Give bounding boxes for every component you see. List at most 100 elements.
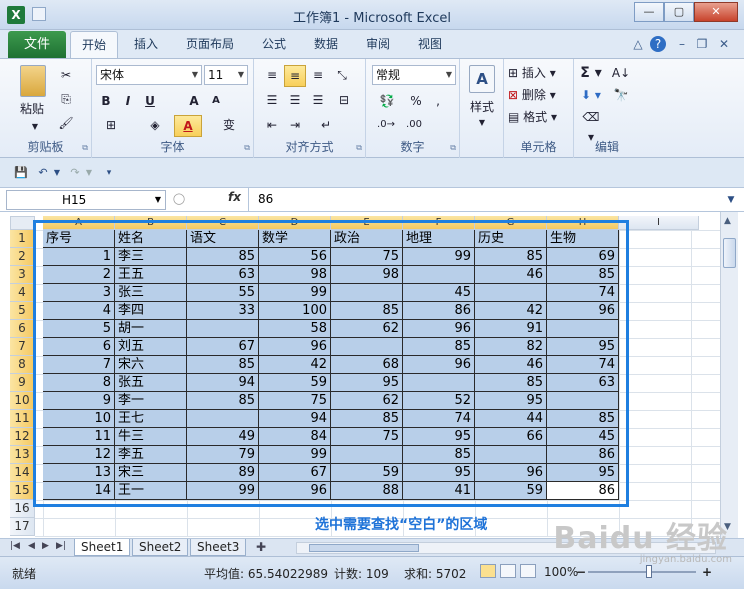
tab-review[interactable]: 审阅	[356, 31, 400, 58]
increase-decimal-icon[interactable]: .0→	[374, 115, 398, 135]
horizontal-scroll-thumb[interactable]	[309, 544, 419, 552]
delete-cells-button[interactable]: ⊠ 删除 ▾	[508, 85, 568, 105]
row-header[interactable]: 15	[10, 482, 35, 500]
bold-button[interactable]: B	[96, 91, 116, 111]
wrap-text-icon[interactable]: ↵	[316, 115, 336, 135]
sheet-tab-1[interactable]: Sheet1	[74, 539, 131, 556]
redo-icon[interactable]: ↷	[68, 166, 82, 180]
borders-icon[interactable]: ⊞	[96, 115, 126, 135]
undo-dropdown-icon[interactable]: ▼	[50, 166, 64, 180]
row-header[interactable]: 13	[10, 446, 35, 464]
doc-close-icon[interactable]: ✕	[716, 36, 732, 52]
zoom-slider[interactable]	[588, 571, 696, 573]
autosum-icon[interactable]: Σ ▾	[578, 63, 604, 83]
row-header[interactable]: 2	[10, 248, 35, 266]
align-right-icon[interactable]: ☰	[308, 90, 328, 110]
grow-font-button[interactable]: A	[184, 91, 204, 111]
formula-input[interactable]: 86	[258, 192, 273, 206]
prev-sheet-icon[interactable]: ◀	[28, 541, 35, 551]
number-format-select[interactable]: 常规 ▼	[372, 65, 456, 85]
row-header[interactable]: 12	[10, 428, 35, 446]
tab-page-layout[interactable]: 页面布局	[176, 31, 244, 58]
insert-cells-button[interactable]: ⊞ 插入 ▾	[508, 63, 568, 83]
doc-restore-icon[interactable]: ❐	[694, 36, 710, 52]
cut-icon[interactable]: ✂	[56, 65, 76, 85]
customize-qat-icon[interactable]: ▾	[102, 166, 116, 180]
tab-formulas[interactable]: 公式	[252, 31, 296, 58]
zoom-in-icon[interactable]: +	[702, 565, 712, 579]
select-all-corner[interactable]	[10, 216, 35, 230]
doc-minimize-icon[interactable]: –	[674, 36, 690, 52]
page-layout-view-icon[interactable]	[500, 564, 516, 578]
undo-icon[interactable]: ↶	[36, 166, 50, 180]
row-header[interactable]: 11	[10, 410, 35, 428]
merge-center-icon[interactable]: ⊟	[332, 90, 356, 110]
row-header[interactable]: 10	[10, 392, 35, 410]
italic-button[interactable]: I	[118, 91, 138, 111]
styles-icon[interactable]: A	[469, 65, 495, 93]
paste-icon[interactable]	[20, 65, 46, 97]
row-header[interactable]: 16	[10, 500, 35, 518]
first-sheet-icon[interactable]: |◀	[10, 541, 20, 551]
zoom-level[interactable]: 100%	[544, 565, 578, 579]
zoom-out-icon[interactable]: −	[576, 565, 586, 579]
row-header[interactable]: 7	[10, 338, 35, 356]
new-sheet-icon[interactable]: ✚	[256, 540, 266, 554]
sheet-tab-2[interactable]: Sheet2	[132, 539, 189, 556]
decrease-indent-icon[interactable]: ⇤	[262, 115, 282, 135]
redo-dropdown-icon[interactable]: ▼	[82, 166, 96, 180]
align-left-icon[interactable]: ☰	[262, 90, 282, 110]
page-break-view-icon[interactable]	[520, 564, 536, 578]
decrease-decimal-icon[interactable]: .00	[402, 115, 426, 135]
help-icon[interactable]: ?	[650, 36, 666, 52]
normal-view-icon[interactable]	[480, 564, 496, 578]
fill-color-icon[interactable]: ◈	[142, 115, 168, 135]
font-color-button[interactable]: A	[174, 115, 202, 137]
row-header[interactable]: 14	[10, 464, 35, 482]
font-launcher-icon[interactable]: ⧉	[244, 143, 250, 153]
align-top-icon[interactable]: ≡	[262, 65, 282, 85]
paste-dropdown-icon[interactable]: ▼	[30, 117, 40, 137]
accounting-format-icon[interactable]: 💱	[374, 91, 400, 111]
column-header-i[interactable]: I	[619, 216, 699, 230]
copy-icon[interactable]: ⎘	[56, 89, 76, 109]
increase-indent-icon[interactable]: ⇥	[284, 115, 306, 135]
zoom-slider-knob[interactable]	[646, 565, 652, 578]
font-size-select[interactable]: 11 ▼	[204, 65, 248, 85]
row-header[interactable]: 8	[10, 356, 35, 374]
shrink-font-button[interactable]: A	[206, 91, 226, 111]
percent-button[interactable]: %	[406, 91, 426, 111]
underline-button[interactable]: U	[140, 91, 160, 111]
align-middle-icon[interactable]: ≡	[284, 65, 306, 87]
paste-button[interactable]: 粘贴	[12, 99, 52, 119]
format-painter-icon[interactable]: 🖌	[56, 113, 76, 133]
format-cells-button[interactable]: ▤ 格式 ▾	[508, 107, 568, 127]
row-header[interactable]: 5	[10, 302, 35, 320]
clipboard-launcher-icon[interactable]: ⧉	[82, 143, 88, 153]
tab-insert[interactable]: 插入	[124, 31, 168, 58]
tab-home[interactable]: 开始	[70, 31, 118, 58]
align-center-icon[interactable]: ☰	[284, 90, 306, 110]
expand-formula-icon[interactable]: ▼	[724, 193, 738, 207]
styles-dropdown-icon[interactable]: ▼	[477, 113, 487, 133]
align-bottom-icon[interactable]: ≡	[308, 65, 328, 85]
row-header[interactable]: 4	[10, 284, 35, 302]
maximize-button[interactable]: ▢	[664, 2, 694, 22]
row-header[interactable]: 1	[10, 230, 35, 248]
sheet-tab-3[interactable]: Sheet3	[190, 539, 247, 556]
row-header[interactable]: 3	[10, 266, 35, 284]
vertical-scroll-thumb[interactable]	[723, 238, 736, 268]
name-box[interactable]: H15 ▼	[6, 190, 166, 210]
number-launcher-icon[interactable]: ⧉	[450, 143, 456, 153]
minimize-ribbon-icon[interactable]: △	[630, 36, 646, 52]
row-header[interactable]: 17	[10, 518, 35, 536]
close-button[interactable]: ✕	[694, 2, 738, 22]
font-name-select[interactable]: 宋体 ▼	[96, 65, 202, 85]
minimize-button[interactable]: —	[634, 2, 664, 22]
save-icon[interactable]: 💾	[14, 166, 28, 180]
sort-filter-icon[interactable]: A↓	[608, 63, 634, 83]
alignment-launcher-icon[interactable]: ⧉	[356, 143, 362, 153]
row-header[interactable]: 6	[10, 320, 35, 338]
comma-style-icon[interactable]: ,	[428, 91, 448, 111]
scroll-up-icon[interactable]: ▲	[724, 216, 731, 226]
